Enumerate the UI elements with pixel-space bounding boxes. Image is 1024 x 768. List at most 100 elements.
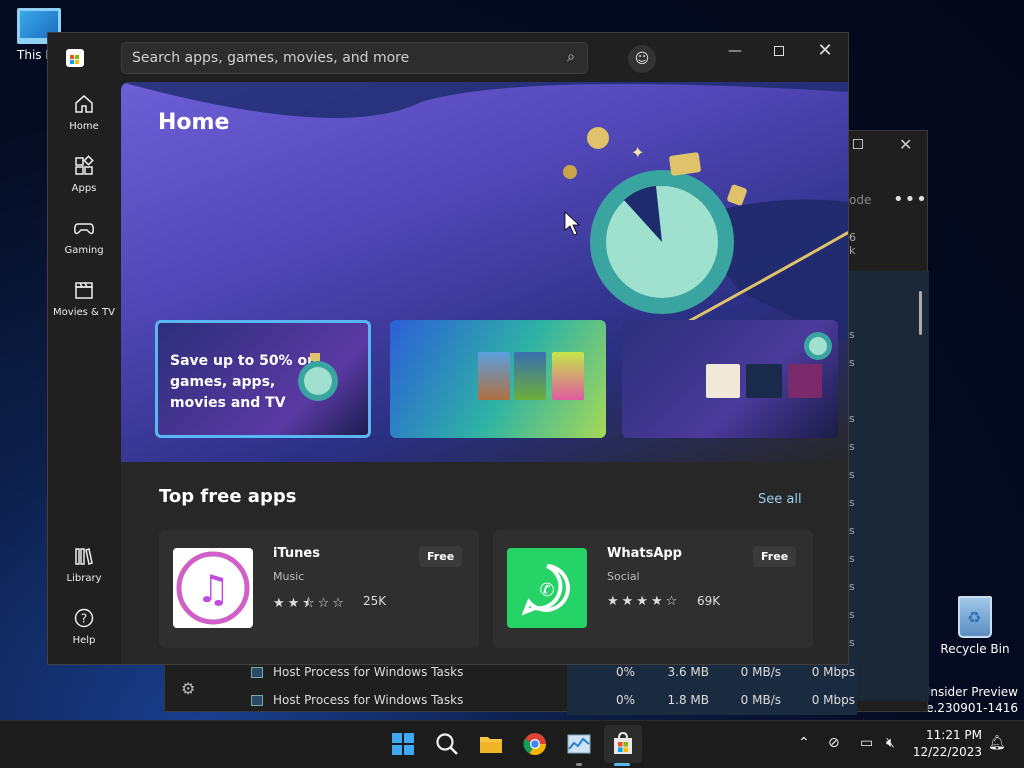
see-all-link[interactable]: See all	[758, 492, 802, 507]
promo-card-sale[interactable]: Save up to 50% on games, apps, movies an…	[155, 320, 371, 438]
clapperboard-icon	[75, 282, 93, 299]
network-disconnected-icon[interactable]: ⊘	[828, 735, 840, 751]
promo-card-games[interactable]	[390, 320, 606, 438]
recycle-bin-icon	[958, 596, 992, 638]
column-background	[849, 271, 929, 701]
taskbar: ⌃ ⊘ ▭ 🔇︎ 11:21 PM 12/22/2023 🔔︎	[0, 720, 1024, 768]
search-icon[interactable]: ⌕	[567, 49, 575, 65]
column-fragments: ssssssssssss	[849, 328, 855, 677]
svg-text:✆: ✆	[539, 580, 554, 601]
maximize-button[interactable]	[764, 41, 794, 61]
recycle-bin-desktop-icon[interactable]: Recycle Bin	[940, 596, 1010, 656]
svg-text:♫: ♫	[196, 567, 230, 611]
disk-value: 0 MB/s	[740, 665, 781, 679]
app-card-whatsapp[interactable]: ✆ WhatsApp Social ★★★★☆ 69K Free	[493, 530, 813, 648]
task-manager-icon[interactable]	[566, 731, 592, 757]
rating-count: 69K	[697, 594, 721, 608]
disk-value: 0 MB/s	[740, 693, 781, 707]
network-value: 0 Mbps	[811, 665, 855, 679]
app-name: WhatsApp	[607, 546, 682, 561]
nav-apps-label: Apps	[71, 183, 97, 194]
memory-value: 1.8 MB	[667, 693, 709, 707]
nav-gaming-label: Gaming	[64, 245, 104, 256]
active-indicator	[614, 763, 630, 766]
windows-start-icon[interactable]	[390, 731, 416, 757]
promo-card-apps[interactable]	[622, 320, 838, 438]
main-content[interactable]: ✦ Home Save up to 50% on games, apps, mo…	[121, 82, 848, 664]
price-badge[interactable]: Free	[753, 546, 797, 567]
close-button[interactable]: ✕	[810, 41, 840, 61]
maximize-icon[interactable]	[853, 139, 863, 149]
volume-muted-icon[interactable]: 🔇︎	[886, 735, 895, 751]
library-icon	[75, 548, 93, 565]
nav-movies-tv[interactable]: Movies & TV	[48, 279, 120, 318]
app-tile	[746, 364, 782, 398]
whatsapp-icon: ✆	[507, 548, 587, 628]
svg-text:✦: ✦	[631, 143, 644, 162]
rating-count: 25K	[363, 594, 387, 608]
microsoft-store-icon[interactable]	[610, 731, 636, 757]
chevron-up-icon[interactable]: ⌃	[798, 735, 810, 751]
section-title-top-free-apps: Top free apps	[159, 486, 297, 507]
efficiency-mode-label[interactable]: ode	[849, 193, 871, 207]
nav-library[interactable]: Library	[48, 545, 120, 584]
column-header-value: 6	[849, 231, 856, 244]
column-header-unit: k	[849, 244, 856, 257]
nav-home[interactable]: Home	[48, 93, 120, 132]
nav-library-label: Library	[66, 573, 102, 584]
process-name: Host Process for Windows Tasks	[273, 665, 464, 679]
nav-movies-label: Movies & TV	[53, 307, 115, 318]
nav-help-label: Help	[72, 635, 96, 646]
app-category: Music	[273, 570, 305, 583]
clock-time: 11:21 PM	[926, 728, 982, 742]
star-rating: ★★⯪☆☆	[273, 596, 347, 611]
cpu-value: 0%	[615, 665, 635, 679]
page-title: Home	[158, 110, 230, 135]
game-tile	[514, 352, 546, 400]
search-placeholder: Search apps, games, movies, and more	[132, 50, 410, 66]
process-icon	[251, 695, 263, 706]
memory-value: 3.6 MB	[667, 665, 709, 679]
microsoft-store-window[interactable]: Search apps, games, movies, and more ⌕ ☺…	[47, 32, 849, 665]
account-avatar-icon[interactable]: ☺	[628, 45, 656, 73]
table-row[interactable]: Host Process for Windows Tasks 0% 1.8 MB…	[165, 687, 929, 715]
clock-date: 12/22/2023	[912, 745, 982, 759]
app-category: Social	[607, 570, 640, 583]
phone-bubble-icon: ✆	[521, 564, 570, 616]
recycle-bin-label: Recycle Bin	[940, 642, 1010, 656]
display-icon[interactable]: ▭	[860, 735, 873, 751]
system-clock[interactable]: 11:21 PM 12/22/2023	[912, 727, 982, 761]
itunes-icon: ♫	[173, 548, 253, 628]
running-indicator	[576, 763, 582, 766]
notification-bell-icon[interactable]: 🔔︎	[988, 735, 1006, 751]
price-badge[interactable]: Free	[419, 546, 463, 567]
store-logo-icon	[66, 49, 84, 67]
help-icon: ?	[74, 608, 94, 628]
close-icon[interactable]: ✕	[899, 135, 912, 154]
music-note-icon: ♫	[176, 551, 250, 625]
minimize-button[interactable]: —	[720, 41, 750, 61]
process-name: Host Process for Windows Tasks	[273, 693, 464, 707]
file-explorer-icon[interactable]	[478, 731, 504, 757]
app-card-itunes[interactable]: ♫ iTunes Music ★★⯪☆☆ 25K Free	[159, 530, 479, 648]
clock-illustration-icon	[298, 353, 338, 401]
home-icon	[75, 95, 93, 113]
nav-gaming[interactable]: Gaming	[48, 217, 120, 256]
scrollbar-thumb[interactable]	[919, 291, 922, 335]
process-icon	[251, 667, 263, 678]
settings-gear-icon[interactable]: ⚙	[181, 679, 195, 698]
more-options-icon[interactable]: •••	[893, 189, 928, 210]
svg-text:?: ?	[81, 612, 87, 626]
chrome-icon[interactable]	[522, 731, 548, 757]
maximize-icon	[774, 46, 784, 56]
game-tile	[552, 352, 584, 400]
search-icon[interactable]	[434, 731, 460, 757]
game-controller-icon	[74, 223, 94, 235]
nav-help[interactable]: ? Help	[48, 607, 120, 646]
nav-apps[interactable]: Apps	[48, 155, 120, 194]
apps-icon	[75, 155, 94, 175]
app-name: iTunes	[273, 546, 320, 561]
search-box[interactable]: Search apps, games, movies, and more ⌕	[121, 42, 588, 74]
network-value: 0 Mbps	[811, 693, 855, 707]
title-bar[interactable]: Search apps, games, movies, and more ⌕ ☺…	[48, 33, 848, 83]
